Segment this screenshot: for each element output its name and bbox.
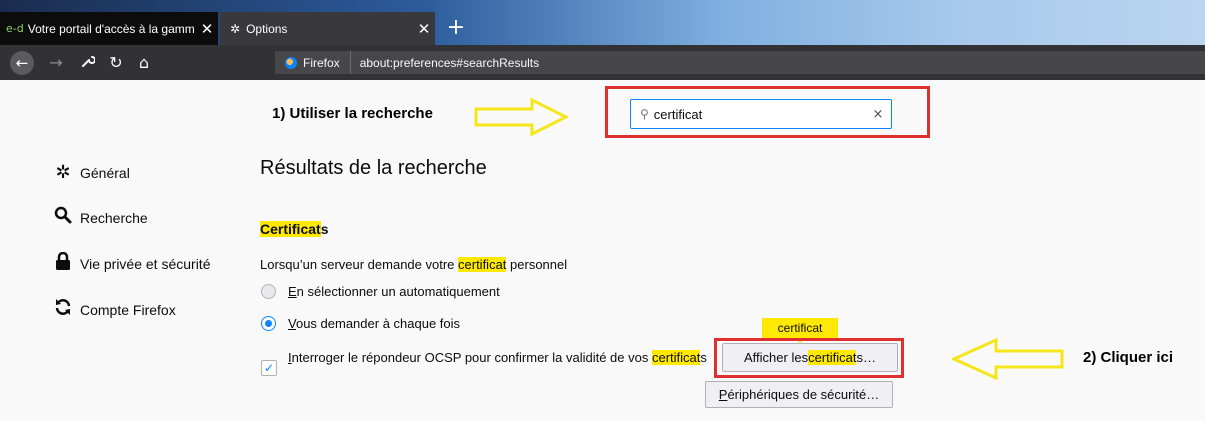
lock-icon: [52, 251, 74, 275]
page-title: Résultats de la recherche: [260, 157, 487, 179]
sidebar-item-privacy[interactable]: Vie privée et sécurité: [52, 251, 211, 275]
sidebar-item-label: Compte Firefox: [80, 301, 176, 318]
back-button[interactable]: ←: [10, 50, 34, 75]
arrow-left-icon: ←: [15, 53, 29, 72]
clear-search-button[interactable]: ×: [865, 107, 891, 122]
forward-button[interactable]: →: [42, 53, 70, 72]
annotation-step1: 1) Utiliser la recherche: [272, 105, 433, 122]
search-icon: [52, 206, 74, 229]
ocsp-label: Interroger le répondeur OCSP pour confir…: [288, 350, 707, 365]
radio-button[interactable]: [261, 284, 276, 299]
sidebar-item-sync[interactable]: Compte Firefox: [52, 298, 176, 321]
sidebar-item-search[interactable]: Recherche: [52, 206, 148, 229]
tab-close-icon[interactable]: ✕: [196, 20, 218, 38]
tab-portail[interactable]: e-d Votre portail d'accès à la gamm ✕: [0, 12, 218, 45]
identity-badge[interactable]: Firefox: [275, 51, 351, 74]
url-bar[interactable]: Firefox about:preferences#searchResults: [275, 51, 1205, 74]
tab-title: Votre portail d'accès à la gamm: [27, 21, 195, 36]
site-favicon-icon: e-d: [6, 22, 24, 35]
radio-button-selected[interactable]: [261, 316, 276, 331]
search-tooltip: certificat: [762, 318, 838, 343]
home-button[interactable]: ⌂: [130, 53, 158, 72]
ocsp-checkbox[interactable]: ✓: [261, 360, 277, 376]
sidebar-item-general[interactable]: ✲ Général: [52, 162, 130, 183]
radio-label: Vous demander à chaque fois: [288, 316, 461, 331]
sync-icon: [52, 298, 74, 321]
sidebar-item-label: Général: [80, 164, 130, 181]
brand-label: Firefox: [303, 55, 340, 70]
radio-ask-every-time[interactable]: Vous demander à chaque fois: [261, 316, 460, 331]
section-description: Lorsqu’un serveur demande votre certific…: [260, 257, 568, 272]
search-icon: ⚲: [640, 107, 649, 121]
annotation-arrow-right-icon: [474, 98, 568, 136]
annotation-arrow-left-icon: [952, 338, 1064, 380]
new-tab-button[interactable]: +: [441, 12, 471, 45]
url-text[interactable]: about:preferences#searchResults: [351, 56, 539, 70]
tab-strip: e-d Votre portail d'accès à la gamm ✕ ✲ …: [0, 0, 1205, 45]
firefox-logo-icon: [285, 56, 297, 69]
reload-button[interactable]: ↻: [102, 53, 130, 72]
tools-icon[interactable]: [74, 54, 102, 72]
sidebar-item-label: Vie privée et sécurité: [80, 255, 211, 272]
tab-options[interactable]: ✲ Options ✕: [220, 12, 435, 45]
search-field[interactable]: ⚲ ×: [630, 99, 892, 129]
security-devices-button[interactable]: Périphériques de sécurité…: [705, 381, 893, 408]
radio-label: En sélectionner un automatiquement: [288, 284, 500, 299]
annotation-step2: 2) Cliquer ici: [1083, 349, 1174, 366]
wrench-icon: [82, 55, 96, 67]
gear-icon: ✲: [230, 21, 241, 36]
view-certificates-button[interactable]: Afficher les certificat s…: [722, 343, 898, 372]
gear-icon: ✲: [55, 162, 71, 183]
tab-title: Options: [246, 21, 288, 36]
search-input[interactable]: [653, 106, 865, 122]
tab-close-icon[interactable]: ✕: [413, 20, 435, 38]
radio-select-automatically[interactable]: En sélectionner un automatiquement: [261, 284, 500, 299]
section-title: Certificats: [260, 221, 329, 237]
sidebar-item-label: Recherche: [80, 209, 148, 226]
